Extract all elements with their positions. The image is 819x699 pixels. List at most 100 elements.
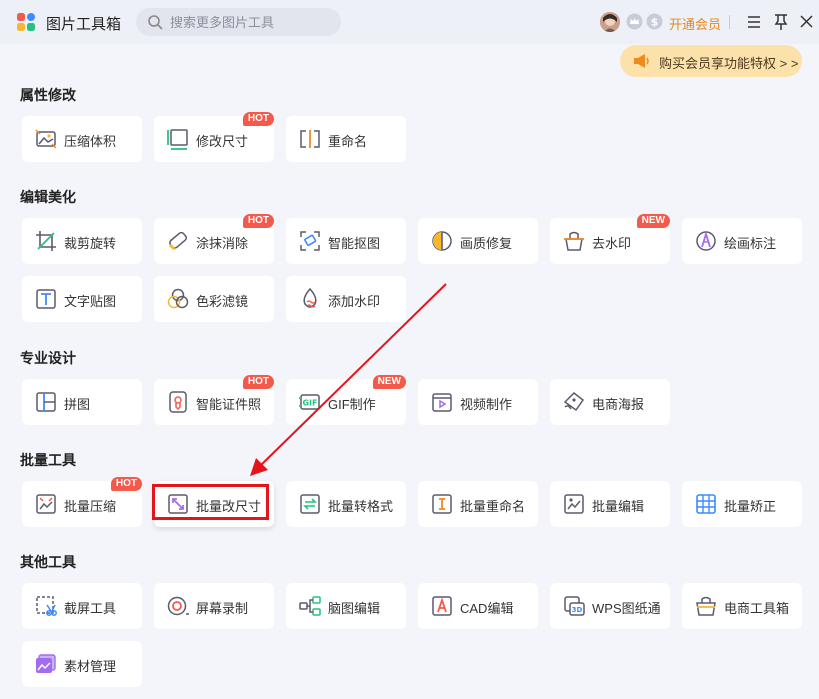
wps-icon: 3D bbox=[564, 596, 585, 616]
tool-quality[interactable]: 画质修复 bbox=[418, 218, 538, 264]
tool-label: 视频制作 bbox=[460, 397, 513, 412]
tool-label: 色彩滤镜 bbox=[196, 294, 249, 309]
close-icon[interactable] bbox=[799, 14, 814, 29]
compress-icon bbox=[35, 129, 57, 149]
tool-screenshot[interactable]: 截屏工具 bbox=[22, 583, 142, 629]
tool-batch-edit[interactable]: 批量编辑 bbox=[550, 481, 670, 527]
tool-id-photo[interactable]: 智能证件照 HOT bbox=[154, 375, 274, 425]
text-icon bbox=[36, 289, 56, 309]
search-input[interactable] bbox=[170, 13, 330, 31]
tool-label: 批量压缩 bbox=[64, 499, 117, 514]
tool-resize[interactable]: 修改尺寸 HOT bbox=[154, 112, 274, 162]
tool-rename[interactable]: 重命名 bbox=[286, 116, 406, 162]
rename-icon bbox=[300, 130, 320, 148]
tool-collage[interactable]: 拼图 bbox=[22, 379, 142, 425]
tool-batch-compress[interactable]: 批量压缩 HOT bbox=[22, 477, 142, 527]
tool-gif[interactable]: GIF GIF制作 NEW bbox=[286, 375, 406, 425]
mindmap-icon bbox=[299, 596, 321, 616]
tool-wps[interactable]: 3D WPS图纸通 bbox=[550, 583, 670, 629]
hot-badge: HOT bbox=[242, 214, 274, 228]
tool-remove-watermark[interactable]: 去水印 NEW bbox=[550, 214, 670, 264]
svg-text:GIF: GIF bbox=[302, 399, 317, 408]
tool-label: 文字贴图 bbox=[64, 294, 117, 309]
new-badge: NEW bbox=[636, 214, 670, 228]
poster-icon bbox=[563, 392, 585, 412]
menu-icon[interactable] bbox=[746, 14, 762, 30]
tool-batch-correct[interactable]: 批量矫正 bbox=[682, 481, 802, 527]
tool-label: 脑图编辑 bbox=[328, 601, 381, 616]
tool-label: 批量转格式 bbox=[328, 499, 394, 514]
vip-promo-button[interactable]: 购买会员享功能特权 > > bbox=[620, 45, 802, 77]
tool-label: GIF制作 bbox=[328, 397, 376, 412]
app-logo-icon bbox=[17, 13, 35, 31]
tool-poster[interactable]: 电商海报 bbox=[550, 379, 670, 425]
new-badge: NEW bbox=[372, 375, 406, 389]
tool-ecommerce[interactable]: 电商工具箱 bbox=[682, 583, 802, 629]
vip-link[interactable]: 开通会员 bbox=[669, 14, 721, 33]
tool-label: 智能抠图 bbox=[328, 236, 381, 251]
search-box[interactable] bbox=[136, 8, 341, 36]
tool-text[interactable]: 文字贴图 bbox=[22, 276, 142, 322]
tool-annotate[interactable]: 绘画标注 bbox=[682, 218, 802, 264]
eraser-icon bbox=[169, 231, 187, 250]
tool-label: 智能证件照 bbox=[196, 397, 262, 412]
coin-icon[interactable]: $ bbox=[646, 13, 663, 30]
batch-edit-icon bbox=[564, 494, 584, 514]
tool-label: 压缩体积 bbox=[64, 134, 117, 149]
add-watermark-icon bbox=[303, 287, 317, 308]
cad-icon bbox=[432, 596, 452, 616]
promo-text: 购买会员享功能特权 > > bbox=[659, 56, 799, 71]
section-title-editing: 编辑美化 bbox=[20, 189, 76, 205]
tool-crop[interactable]: 裁剪旋转 bbox=[22, 218, 142, 264]
crop-icon bbox=[36, 231, 56, 251]
video-icon bbox=[432, 393, 452, 412]
tool-label: 涂抹消除 bbox=[196, 236, 249, 251]
section-title-other: 其他工具 bbox=[20, 554, 76, 570]
avatar[interactable] bbox=[600, 12, 620, 32]
id-photo-icon bbox=[169, 391, 187, 413]
megaphone-icon bbox=[634, 54, 649, 68]
quality-icon bbox=[432, 231, 452, 251]
crown-icon[interactable] bbox=[626, 13, 643, 30]
tool-mindmap[interactable]: 脑图编辑 bbox=[286, 583, 406, 629]
tool-label: 修改尺寸 bbox=[196, 134, 249, 149]
tool-label: 重命名 bbox=[328, 134, 368, 149]
tool-eraser[interactable]: 涂抹消除 HOT bbox=[154, 214, 274, 264]
tool-cad[interactable]: CAD编辑 bbox=[418, 583, 538, 629]
gif-icon: GIF bbox=[299, 394, 320, 410]
svg-text:$: $ bbox=[651, 16, 659, 29]
tool-add-watermark[interactable]: 添加水印 bbox=[286, 276, 406, 322]
search-icon bbox=[148, 15, 163, 30]
tool-compress[interactable]: 压缩体积 bbox=[22, 116, 142, 162]
tool-filter[interactable]: 色彩滤镜 bbox=[154, 276, 274, 322]
watermark-remove-icon bbox=[564, 231, 584, 251]
tool-label: 电商海报 bbox=[592, 397, 645, 412]
tool-batch-convert[interactable]: 批量转格式 bbox=[286, 481, 406, 527]
avatar-image-icon bbox=[600, 12, 620, 32]
screenshot-icon bbox=[36, 596, 57, 616]
app-title: 图片工具箱 bbox=[46, 16, 122, 33]
svg-text:3D: 3D bbox=[572, 606, 583, 614]
hot-badge: HOT bbox=[242, 112, 274, 126]
tool-batch-rename[interactable]: 批量重命名 bbox=[418, 481, 538, 527]
tool-label: 电商工具箱 bbox=[724, 601, 790, 616]
resize-icon bbox=[167, 129, 188, 150]
tool-label: 画质修复 bbox=[460, 236, 513, 251]
batch-rename-icon bbox=[432, 494, 452, 514]
divider bbox=[729, 15, 730, 29]
tool-cutout[interactable]: 智能抠图 bbox=[286, 218, 406, 264]
tool-label: 素材管理 bbox=[64, 659, 117, 674]
tool-label: 裁剪旋转 bbox=[64, 236, 117, 251]
highlight-box bbox=[152, 484, 269, 520]
tool-label: 批量矫正 bbox=[724, 499, 777, 514]
tool-assets[interactable]: 素材管理 bbox=[22, 641, 142, 687]
annotate-icon bbox=[696, 230, 716, 251]
batch-compress-icon bbox=[36, 494, 56, 514]
section-title-batch: 批量工具 bbox=[20, 452, 76, 468]
tool-video[interactable]: 视频制作 bbox=[418, 379, 538, 425]
filter-icon bbox=[167, 288, 189, 309]
hot-badge: HOT bbox=[110, 477, 142, 491]
tool-label: 屏幕录制 bbox=[196, 601, 249, 616]
pin-icon[interactable] bbox=[773, 13, 789, 31]
tool-record[interactable]: 屏幕录制 bbox=[154, 583, 274, 629]
